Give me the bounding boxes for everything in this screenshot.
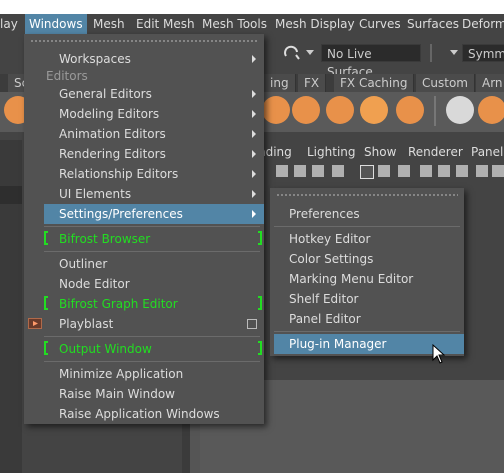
windows-menu: Workspaces Editors General Editors Model… bbox=[24, 34, 264, 424]
submenu-arrow-icon bbox=[252, 90, 256, 98]
tear-off-handle[interactable] bbox=[30, 39, 258, 43]
shelf-tab-arnold[interactable]: Arn bbox=[476, 74, 504, 92]
live-surface-field[interactable]: No Live Surface bbox=[321, 44, 421, 79]
panel-menu-renderer[interactable]: Renderer bbox=[408, 142, 463, 162]
toolbar-divider bbox=[430, 44, 432, 62]
menu-mesh-tools[interactable]: Mesh Tools bbox=[202, 14, 267, 34]
menu-windows[interactable]: Windows bbox=[25, 14, 87, 34]
safe-action-icon[interactable] bbox=[456, 165, 468, 177]
menu-item-preferences[interactable]: Preferences bbox=[274, 204, 464, 224]
snap-icon[interactable] bbox=[283, 44, 301, 62]
menu-item-hotkey-editor[interactable]: Hotkey Editor bbox=[274, 229, 464, 249]
gate-mask-icon[interactable] bbox=[420, 165, 432, 177]
menu-item-workspaces[interactable]: Workspaces bbox=[44, 49, 264, 69]
green-bracket-icon bbox=[258, 341, 262, 355]
main-menubar: lay Windows Mesh Edit Mesh Mesh Tools Me… bbox=[0, 14, 504, 34]
menu-item-settings-preferences[interactable]: Settings/Preferences bbox=[44, 204, 264, 224]
sculpt-tool-icon[interactable] bbox=[292, 96, 320, 124]
mouse-cursor-icon bbox=[432, 344, 446, 364]
tear-off-handle[interactable] bbox=[276, 193, 458, 197]
menu-item-rendering-editors[interactable]: Rendering Editors bbox=[44, 144, 264, 164]
menu-edit-mesh[interactable]: Edit Mesh bbox=[136, 14, 195, 34]
menu-item-ui-elements[interactable]: UI Elements bbox=[44, 184, 264, 204]
menu-item-bifrost-graph-editor[interactable]: Bifrost Graph Editor bbox=[44, 294, 264, 314]
sculpt-tool-icon[interactable] bbox=[326, 96, 354, 124]
symmetry-field[interactable]: Symme bbox=[462, 44, 504, 62]
menu-item-modeling-editors[interactable]: Modeling Editors bbox=[44, 104, 264, 124]
section-header-editors: Editors bbox=[46, 69, 88, 83]
safe-title-icon[interactable] bbox=[476, 165, 488, 177]
menu-item-raise-main-window[interactable]: Raise Main Window bbox=[44, 384, 264, 404]
panel-menu-show[interactable]: Show bbox=[364, 142, 396, 162]
menu-item-general-editors[interactable]: General Editors bbox=[44, 84, 264, 104]
menu-item-animation-editors[interactable]: Animation Editors bbox=[44, 124, 264, 144]
menu-separator bbox=[44, 336, 260, 337]
view-icon[interactable] bbox=[492, 165, 504, 177]
menu-mesh-display[interactable]: Mesh Display bbox=[275, 14, 355, 34]
bookmark-icon[interactable] bbox=[276, 165, 288, 177]
green-bracket-icon bbox=[44, 341, 48, 355]
camera-icon[interactable] bbox=[332, 165, 344, 177]
menu-separator bbox=[44, 226, 260, 227]
menu-item-panel-editor[interactable]: Panel Editor bbox=[274, 309, 464, 329]
shelf-divider bbox=[434, 96, 436, 126]
menu-item-bifrost-browser[interactable]: Bifrost Browser bbox=[44, 229, 264, 249]
menu-item-output-window[interactable]: Output Window bbox=[44, 339, 264, 359]
submenu-arrow-icon bbox=[252, 210, 256, 218]
menu-item-outliner[interactable]: Outliner bbox=[44, 254, 264, 274]
sculpt-tool-icon[interactable] bbox=[446, 96, 474, 124]
menu-item-minimize-application[interactable]: Minimize Application bbox=[44, 364, 264, 384]
panel-menu-panels[interactable]: Panels bbox=[471, 142, 504, 162]
menu-mesh[interactable]: Mesh bbox=[93, 14, 125, 34]
shelf-tab-rendering[interactable]: ing bbox=[264, 74, 296, 92]
shelf-tab-fx-caching[interactable]: FX Caching bbox=[334, 74, 415, 92]
menu-separator bbox=[44, 361, 260, 362]
menu-curves[interactable]: Curves bbox=[359, 14, 401, 34]
submenu-arrow-icon bbox=[252, 170, 256, 178]
toolbox-slot bbox=[0, 186, 22, 204]
option-box-icon[interactable] bbox=[247, 319, 257, 329]
shelf-tab-fx[interactable]: FX bbox=[298, 74, 327, 92]
menu-display[interactable]: lay bbox=[0, 14, 18, 34]
submenu-arrow-icon bbox=[252, 110, 256, 118]
chevron-down-icon[interactable] bbox=[305, 49, 315, 57]
film-gate-icon[interactable] bbox=[378, 165, 390, 177]
menu-item-marking-menu-editor[interactable]: Marking Menu Editor bbox=[274, 269, 464, 289]
menu-item-relationship-editors[interactable]: Relationship Editors bbox=[44, 164, 264, 184]
sculpt-tool-icon[interactable] bbox=[360, 96, 388, 124]
sculpt-tool-icon[interactable] bbox=[478, 96, 504, 124]
playblast-icon bbox=[28, 318, 42, 329]
resolution-gate-icon[interactable] bbox=[398, 165, 410, 177]
menu-separator bbox=[44, 251, 260, 252]
grid-icon[interactable] bbox=[360, 165, 374, 179]
settings-preferences-submenu: Preferences Hotkey Editor Color Settings… bbox=[270, 188, 464, 356]
menu-surfaces[interactable]: Surfaces bbox=[407, 14, 459, 34]
camera-icon[interactable] bbox=[312, 165, 324, 177]
submenu-arrow-icon bbox=[252, 190, 256, 198]
green-bracket-icon bbox=[258, 231, 262, 245]
menu-deform[interactable]: Deform bbox=[462, 14, 504, 34]
menu-item-raise-application-windows[interactable]: Raise Application Windows bbox=[44, 404, 264, 424]
menu-item-node-editor[interactable]: Node Editor bbox=[44, 274, 264, 294]
menu-separator bbox=[274, 226, 460, 227]
camera-icon[interactable] bbox=[294, 165, 306, 177]
menu-item-playblast[interactable]: Playblast bbox=[28, 314, 264, 334]
chevron-down-icon[interactable] bbox=[449, 49, 459, 57]
menu-item-color-settings[interactable]: Color Settings bbox=[274, 249, 464, 269]
shelf-tab-custom[interactable]: Custom bbox=[416, 74, 475, 92]
sculpt-tool-icon[interactable] bbox=[262, 96, 290, 124]
submenu-arrow-icon bbox=[252, 55, 256, 63]
green-bracket-icon bbox=[258, 296, 262, 310]
menu-item-shelf-editor[interactable]: Shelf Editor bbox=[274, 289, 464, 309]
sculpt-tool-icon[interactable] bbox=[396, 96, 424, 124]
panel-menu-lighting[interactable]: Lighting bbox=[307, 142, 356, 162]
green-bracket-icon bbox=[44, 296, 48, 310]
field-chart-icon[interactable] bbox=[438, 165, 450, 177]
menu-separator bbox=[274, 331, 460, 332]
submenu-arrow-icon bbox=[252, 150, 256, 158]
submenu-arrow-icon bbox=[252, 130, 256, 138]
green-bracket-icon bbox=[44, 231, 48, 245]
